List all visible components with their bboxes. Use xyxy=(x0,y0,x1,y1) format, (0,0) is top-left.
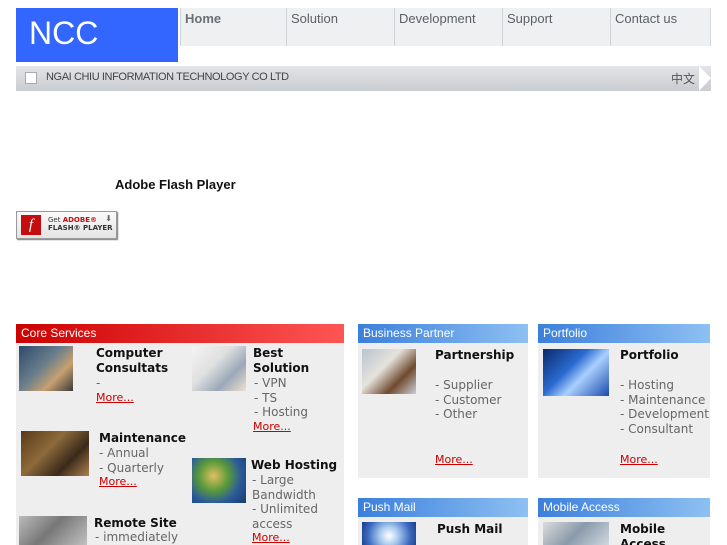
remote-site-image xyxy=(19,516,87,545)
mobile-access-panel: Mobile Access Mobile Access xyxy=(538,498,710,545)
remote-site-title: Remote Site xyxy=(94,516,177,530)
portfolio-more-link[interactable]: More... xyxy=(620,453,658,466)
maintenance-list: - Annual - Quarterly xyxy=(99,446,164,475)
flash-player-title: Adobe Flash Player xyxy=(115,177,236,192)
partnership-more-link[interactable]: More... xyxy=(435,453,473,466)
push-mail-image xyxy=(362,522,416,545)
computer-consultants-image xyxy=(19,346,73,391)
list-item: - Annual xyxy=(99,446,149,460)
web-hosting-more-link[interactable]: More... xyxy=(252,531,290,544)
web-hosting-list: - Large Bandwidth - Unlimited access xyxy=(252,473,318,531)
list-item: Bandwidth xyxy=(252,487,316,502)
square-icon xyxy=(25,72,37,84)
push-mail-title: Push Mail xyxy=(437,522,503,536)
logo[interactable]: NCC xyxy=(16,8,178,62)
list-item: - Large xyxy=(252,473,294,487)
nav-solution[interactable]: Solution xyxy=(286,8,394,46)
core-services-heading: Core Services xyxy=(16,324,344,343)
push-mail-panel: Push Mail Push Mail xyxy=(358,498,528,545)
list-item: - Unlimited xyxy=(252,502,318,517)
business-partner-panel: Business Partner Partnership - Supplier … xyxy=(358,324,528,478)
web-hosting-image xyxy=(192,458,246,503)
flash-badge-line2: FLASH® PLAYER xyxy=(48,224,113,232)
list-item: access xyxy=(252,516,293,531)
list-item: - Other xyxy=(435,407,478,422)
page: NCC Home Solution Development Support Co… xyxy=(0,0,727,545)
push-mail-heading: Push Mail xyxy=(358,498,528,517)
partnership-list: - Supplier - Customer - Other xyxy=(435,378,501,422)
download-arrow-icon: ⬇ xyxy=(105,214,112,223)
nav-development[interactable]: Development xyxy=(394,8,502,46)
mobile-access-image xyxy=(543,522,609,545)
nav-contact-us[interactable]: Contact us xyxy=(610,8,711,46)
list-item: - Consultant xyxy=(620,421,694,436)
list-item: - Development xyxy=(620,407,709,422)
list-item: - VPN xyxy=(254,376,287,390)
company-name: NGAI CHIU INFORMATION TECHNOLOGY CO LTD xyxy=(46,71,289,83)
list-item: - Hosting xyxy=(254,405,309,420)
maintenance-more-link[interactable]: More... xyxy=(99,475,137,488)
maintenance-image xyxy=(21,431,89,476)
web-hosting-title: Web Hosting xyxy=(251,458,338,472)
nav-support[interactable]: Support xyxy=(502,8,610,46)
list-item: - Quarterly xyxy=(99,460,164,475)
core-services-panel: Core Services Computer Consultats - More.… xyxy=(16,324,344,545)
list-item: - TS xyxy=(254,390,278,405)
remote-site-text: - immediately xyxy=(95,530,179,544)
best-solution-list: - VPN - TS - Hosting xyxy=(254,376,308,420)
portfolio-image xyxy=(543,349,609,396)
partnership-title: Partnership xyxy=(435,348,515,362)
list-item: - Supplier xyxy=(435,378,493,392)
partnership-image xyxy=(362,349,416,394)
main-nav: Home Solution Development Support Contac… xyxy=(180,8,711,46)
portfolio-list: - Hosting - Maintenance - Development - … xyxy=(620,378,709,436)
computer-consultants-title: Computer Consultats xyxy=(96,346,169,375)
list-item: - Maintenance xyxy=(620,392,706,407)
portfolio-title: Portfolio xyxy=(620,348,679,362)
tagline-bar: NGAI CHIU INFORMATION TECHNOLOGY CO LTD … xyxy=(16,66,711,91)
flash-logo-icon: f xyxy=(21,215,41,235)
list-item: - Customer xyxy=(435,392,502,407)
business-partner-heading: Business Partner xyxy=(358,324,528,343)
get-flash-player-button[interactable]: f Get ADOBE® FLASH® PLAYER ⬇ xyxy=(16,211,117,239)
arrow-notch-icon xyxy=(699,66,711,91)
language-switch[interactable]: 中文 xyxy=(671,70,695,87)
mobile-access-title: Mobile Access xyxy=(620,522,666,545)
computer-consultants-text: - xyxy=(96,376,101,390)
mobile-access-heading: Mobile Access xyxy=(538,498,710,517)
best-solution-more-link[interactable]: More... xyxy=(253,420,291,433)
best-solution-title: Best Solution xyxy=(253,346,310,375)
maintenance-title: Maintenance xyxy=(99,431,187,445)
computer-consultants-more-link[interactable]: More... xyxy=(96,391,134,404)
portfolio-panel: Portfolio Portfolio - Hosting - Maintena… xyxy=(538,324,710,478)
list-item: - Hosting xyxy=(620,378,675,392)
best-solution-image xyxy=(192,346,246,391)
portfolio-heading: Portfolio xyxy=(538,324,710,343)
nav-home[interactable]: Home xyxy=(180,8,286,46)
